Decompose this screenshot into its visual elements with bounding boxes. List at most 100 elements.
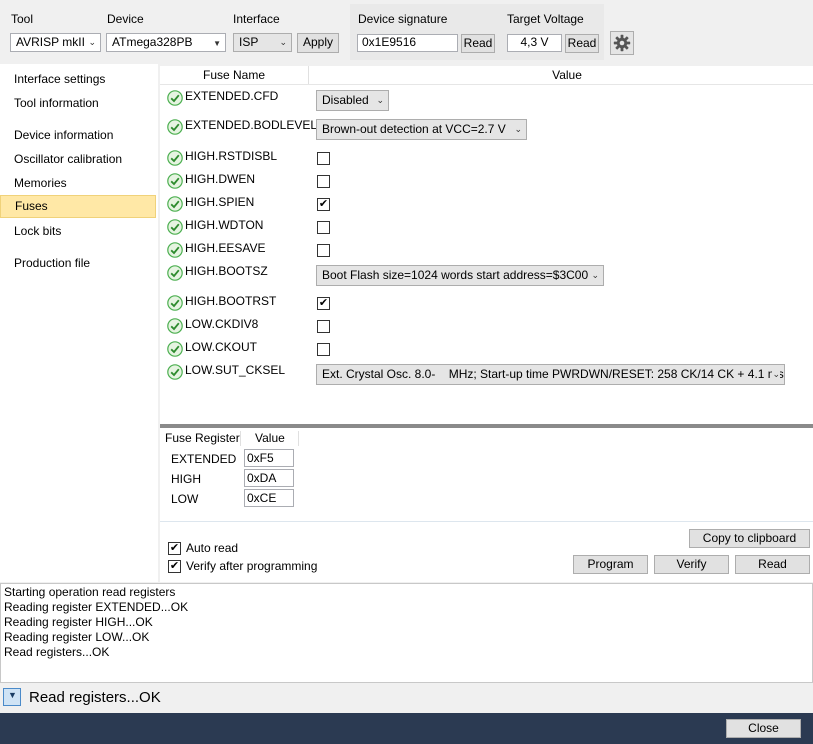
fuse-value-select[interactable]: Boot Flash size=1024 words start address… [316,265,604,286]
sidebar-item-memories[interactable]: Memories [0,172,156,194]
register-name-high: HIGH [171,472,201,486]
chevron-down-icon: ▼ [8,690,17,700]
check-circle-icon [167,242,183,258]
sidebar-item-interface-settings[interactable]: Interface settings [0,68,156,90]
sidebar-item-lock-bits[interactable]: Lock bits [0,220,156,242]
fuse-name: HIGH.SPIEN [185,195,255,209]
fuse-name: LOW.SUT_CKSEL [185,363,286,377]
interface-select[interactable]: ISP ⌄ [233,33,292,52]
auto-read-checkbox[interactable]: ✔ [168,542,181,555]
verify-after-programming-checkbox[interactable]: ✔ [168,560,181,573]
verify-after-programming-label: Verify after programming [186,559,318,573]
voltage-field[interactable]: 4,3 V [507,34,562,52]
column-divider [298,431,299,446]
copy-to-clipboard-button[interactable]: Copy to clipboard [689,529,810,548]
log-line: Reading register HIGH...OK [4,615,153,629]
log-line: Reading register LOW...OK [4,630,150,644]
apply-button[interactable]: Apply [297,33,339,53]
options-divider [160,521,813,522]
output-log[interactable]: Starting operation read registers Readin… [0,583,813,683]
read-button[interactable]: Read [735,555,810,574]
expand-log-button[interactable]: ▼ [3,688,21,706]
register-value-low[interactable]: 0xCE [244,489,294,507]
fuse-name: LOW.CKDIV8 [185,317,259,331]
fuse-value-checkbox[interactable]: ✔ [317,297,330,310]
chevron-down-icon: ⌄ [376,91,384,110]
column-divider [240,431,241,446]
check-circle-icon [167,265,183,281]
register-value-extended[interactable]: 0xF5 [244,449,294,467]
verify-button[interactable]: Verify [654,555,729,574]
check-circle-icon [167,318,183,334]
log-line: Starting operation read registers [4,585,176,599]
check-circle-icon [167,219,183,235]
check-circle-icon [167,173,183,189]
sidebar-item-tool-information[interactable]: Tool information [0,92,156,114]
fuse-name: HIGH.EESAVE [185,241,266,255]
fuse-name: HIGH.BOOTRST [185,294,277,308]
chevron-down-icon: ⌄ [591,266,599,285]
sidebar: Interface settings Tool information Devi… [0,64,158,582]
column-header-fuse-name[interactable]: Fuse Name [160,66,309,84]
fuse-value-checkbox[interactable] [317,175,330,188]
signature-field[interactable]: 0x1E9516 [357,34,458,52]
fuse-name: EXTENDED.BODLEVEL [185,118,318,132]
column-header-value[interactable]: Value [309,66,813,84]
voltage-read-button[interactable]: Read [565,34,599,53]
fuse-value-checkbox[interactable] [317,244,330,257]
column-header-fuse-register[interactable]: Fuse Register [165,431,240,446]
fuse-value-checkbox[interactable] [317,221,330,234]
register-value-high[interactable]: 0xDA [244,469,294,487]
fuse-value-checkbox[interactable] [317,343,330,356]
fuse-value-checkbox[interactable] [317,152,330,165]
device-label: Device [107,12,144,26]
sidebar-item-device-information[interactable]: Device information [0,124,156,146]
status-text: Read registers...OK [29,689,161,706]
voltage-label: Target Voltage [507,12,584,26]
device-select[interactable]: ATmega328PB ▼ [106,33,226,52]
fuse-value-select[interactable]: Disabled ⌄ [316,90,389,111]
program-button[interactable]: Program [573,555,648,574]
check-circle-icon [167,119,183,135]
fuse-value-select[interactable]: Ext. Crystal Osc. 8.0- MHz; Start-up tim… [316,364,785,385]
fuse-value-checkbox[interactable] [317,320,330,333]
sidebar-item-fuses[interactable]: Fuses [0,195,156,218]
dropdown-arrow-icon: ▼ [213,39,221,48]
footer-bar: Close [0,713,813,744]
check-circle-icon [167,196,183,212]
tool-select[interactable]: AVRISP mkII ⌄ [10,33,101,52]
close-button[interactable]: Close [726,719,801,738]
check-circle-icon [167,295,183,311]
fuse-value-select[interactable]: Brown-out detection at VCC=2.7 V ⌄ [316,119,527,140]
interface-label: Interface [233,12,280,26]
chevron-down-icon: ⌄ [772,365,780,384]
check-circle-icon [167,150,183,166]
fuse-name: HIGH.WDTON [185,218,264,232]
chevron-down-icon: ⌄ [514,120,522,139]
header-divider [160,84,813,85]
signature-label: Device signature [358,12,448,26]
fuse-value-text: Boot Flash size=1024 words start address… [322,268,589,282]
tool-select-value: AVRISP mkII [16,35,85,49]
register-panel: Fuse Register Value EXTENDED 0xF5 HIGH 0… [160,428,813,582]
fuse-value-text: Disabled [322,93,369,107]
device-select-value: ATmega328PB [112,35,193,49]
auto-read-label: Auto read [186,541,239,555]
fuse-name: LOW.CKOUT [185,340,258,354]
column-header-register-value[interactable]: Value [255,431,285,446]
log-line: Reading register EXTENDED...OK [4,600,189,614]
signature-read-button[interactable]: Read [461,34,495,53]
chevron-down-icon: ⌄ [279,37,287,47]
sidebar-item-oscillator-calibration[interactable]: Oscillator calibration [0,148,156,170]
sidebar-item-production-file[interactable]: Production file [0,252,156,274]
register-name-low: LOW [171,492,199,506]
check-circle-icon [167,364,183,380]
fuse-value-checkbox[interactable]: ✔ [317,198,330,211]
log-line: Read registers...OK [4,645,110,659]
settings-button[interactable] [610,31,634,55]
status-bar: ▼ Read registers...OK [0,686,813,712]
register-name-extended: EXTENDED [171,452,237,466]
fuse-list: Fuse Name Value EXTENDED.CFD Disabled ⌄ EXT… [160,66,813,424]
fuse-name: HIGH.DWEN [185,172,255,186]
check-circle-icon [167,90,183,106]
